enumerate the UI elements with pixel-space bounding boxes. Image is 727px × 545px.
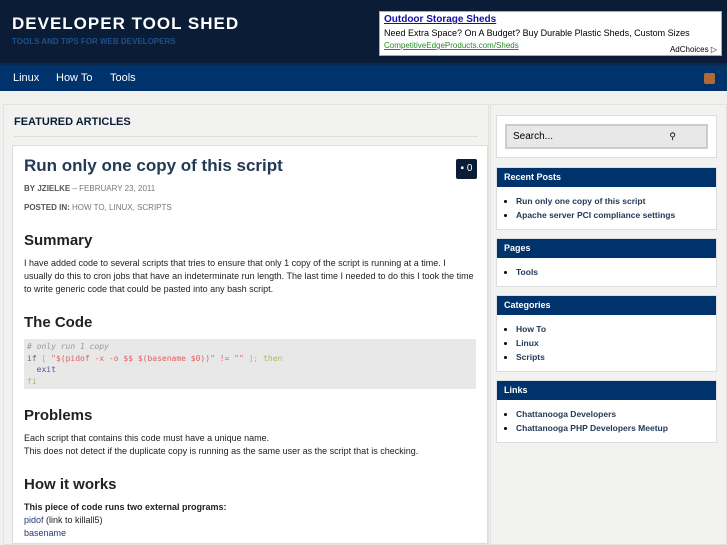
category-links[interactable]: HOW TO, LINUX, SCRIPTS (72, 203, 172, 212)
widget-title: Recent Posts (497, 168, 716, 187)
nav-linux[interactable]: Linux (13, 72, 39, 84)
search-input[interactable]: Search... ⚲ (505, 124, 708, 149)
ad-banner[interactable]: Outdoor Storage Sheds Need Extra Space? … (379, 11, 722, 56)
basename-item: basename (24, 528, 67, 538)
divider (14, 136, 478, 137)
by-label: BY (24, 184, 36, 193)
nav-how-to[interactable]: How To (56, 72, 92, 84)
section-title: FEATURED ARTICLES (14, 116, 131, 128)
rss-icon[interactable] (704, 73, 715, 84)
category-link[interactable]: How To (516, 324, 546, 334)
recent-post-link[interactable]: Apache server PCI compliance settings (516, 210, 675, 220)
external-link[interactable]: Chattanooga PHP Developers Meetup (516, 423, 668, 433)
ad-description: Need Extra Space? On A Budget? Buy Durab… (384, 28, 690, 38)
pages-widget: Pages Tools (496, 238, 717, 287)
categories-widget: Categories How To Linux Scripts (496, 295, 717, 372)
article-title[interactable]: Run only one copy of this script (24, 156, 476, 176)
widget-title: Pages (497, 239, 716, 258)
links-widget: Links Chattanooga Developers Chattanooga … (496, 380, 717, 443)
external-link[interactable]: Chattanooga Developers (516, 409, 616, 419)
recent-posts-widget: Recent Posts Run only one copy of this s… (496, 167, 717, 230)
comment-icon: ▪ (460, 163, 465, 174)
category-link[interactable]: Linux (516, 338, 539, 348)
author-link[interactable]: JZIELKE (37, 184, 70, 193)
problem-2: This does not detect if the duplicate co… (24, 446, 419, 456)
search-widget: Search... ⚲ (496, 115, 717, 158)
ad-choices[interactable]: AdChoices ▷ (670, 45, 717, 54)
category-link[interactable]: Scripts (516, 352, 545, 362)
site-header: DEVELOPER TOOL SHED TOOLS AND TIPS FOR W… (0, 0, 727, 63)
comment-count-button[interactable]: ▪ 0 (456, 159, 477, 179)
posted-label: POSTED IN: (24, 203, 70, 212)
sidebar: Search...⚲ Recent Posts Run only one cop… (490, 104, 727, 545)
how-intro: This piece of code runs two external pro… (24, 502, 227, 512)
heading-code: The Code (24, 314, 93, 331)
ad-title[interactable]: Outdoor Storage Sheds (384, 14, 717, 25)
heading-problems: Problems (24, 407, 93, 424)
problem-1: Each script that contains this code must… (24, 433, 270, 443)
pidof-link[interactable]: pidof (24, 515, 44, 525)
post-date: – FEBRUARY 23, 2011 (72, 184, 156, 193)
heading-summary: Summary (24, 232, 93, 249)
widget-title: Categories (497, 296, 716, 315)
nav-tools[interactable]: Tools (110, 72, 136, 84)
recent-post-link[interactable]: Run only one copy of this script (516, 196, 645, 206)
summary-text: I have added code to several scripts tha… (24, 258, 474, 294)
site-title[interactable]: DEVELOPER TOOL SHED (12, 14, 239, 34)
ad-url[interactable]: CompetitiveEdgeProducts.com/Sheds (384, 41, 717, 50)
pidof-note: (link to killall5) (43, 515, 103, 525)
widget-title: Links (497, 381, 716, 400)
comment-count: 0 (466, 163, 473, 174)
article: Run only one copy of this script ▪ 0 BY … (12, 145, 488, 544)
page-link-tools[interactable]: Tools (516, 267, 538, 277)
code-block: # only run 1 copy if [ "$(pidof -x -o $$… (24, 339, 476, 389)
heading-how: How it works (24, 476, 117, 493)
search-icon[interactable]: ⚲ (669, 126, 676, 147)
main-content: FEATURED ARTICLES Run only one copy of t… (3, 104, 489, 545)
main-nav: Linux How To Tools (0, 63, 727, 91)
site-tagline: TOOLS AND TIPS FOR WEB DEVELOPERS (12, 37, 176, 46)
